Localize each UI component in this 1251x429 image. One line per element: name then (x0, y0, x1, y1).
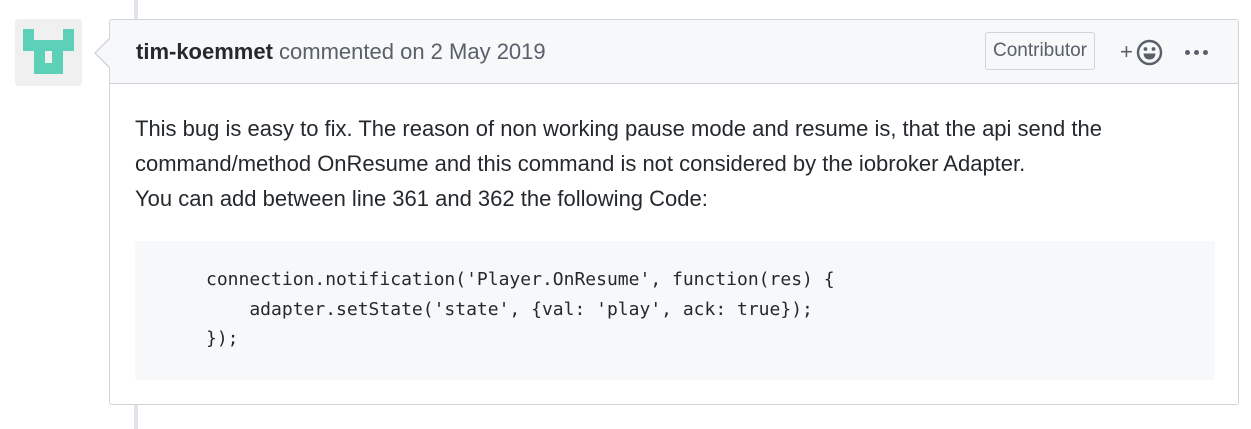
add-reaction-button[interactable]: + (1120, 37, 1164, 67)
identicon-image (15, 19, 82, 86)
avatar[interactable] (15, 19, 82, 86)
comment-text: This bug is easy to fix. The reason of n… (135, 111, 1215, 216)
comment-paragraph: You can add between line 361 and 362 the… (135, 186, 708, 211)
plus-icon: + (1120, 39, 1133, 64)
contributor-badge: Contributor (985, 32, 1095, 70)
code-line: }); (206, 328, 239, 349)
code-line: adapter.setState('state', {val: 'play', … (206, 298, 813, 320)
more-options-button[interactable] (1182, 37, 1212, 67)
kebab-dot (1194, 50, 1199, 55)
comment-header-text: tim-koemmet commented on 2 May 2019 (136, 39, 546, 65)
comment-header: tim-koemmet commented on 2 May 2019 Cont… (110, 20, 1238, 84)
kebab-horizontal-icon (1185, 50, 1190, 55)
author-link[interactable]: tim-koemmet (136, 39, 273, 64)
code-block: connection.notification('Player.OnResume… (135, 241, 1215, 380)
comment: tim-koemmet commented on 2 May 2019 Cont… (94, 19, 1239, 405)
comment-timestamp[interactable]: commented on 2 May 2019 (273, 39, 546, 64)
code-line: connection.notification('Player.OnResume… (206, 269, 835, 290)
kebab-dot (1203, 50, 1208, 55)
comment-arrow-inner (96, 39, 110, 67)
smiley-icon (1136, 39, 1163, 66)
comment-paragraph: This bug is easy to fix. The reason of n… (135, 116, 1102, 176)
